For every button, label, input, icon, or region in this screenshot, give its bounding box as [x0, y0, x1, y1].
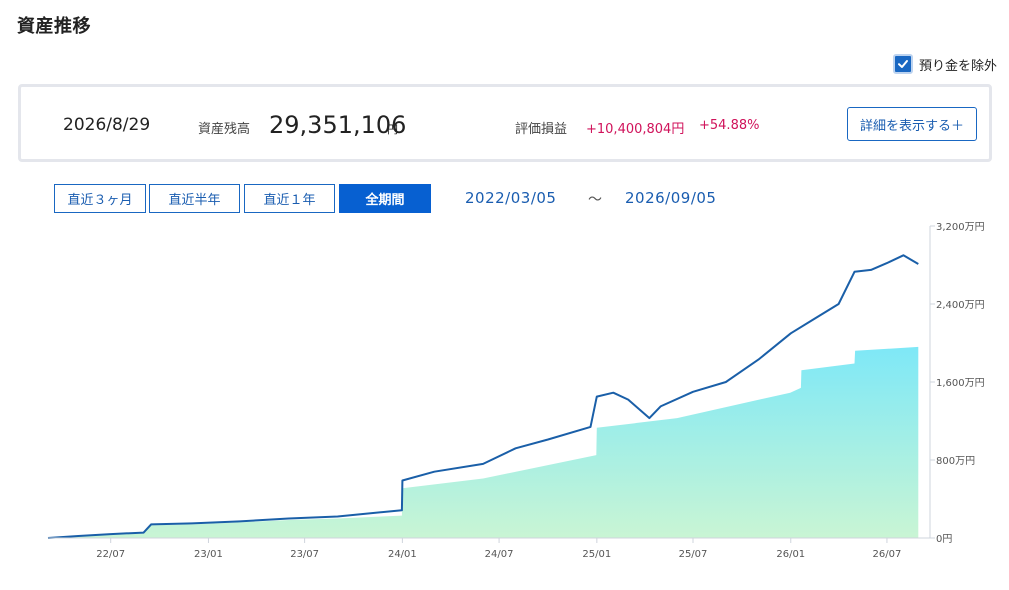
x-tick-label: 26/01 [776, 549, 805, 560]
x-tick-label: 23/07 [290, 549, 319, 560]
x-tick-label: 23/01 [194, 549, 223, 560]
y-tick-label: 2,400万円 [936, 300, 985, 311]
x-tick-label: 22/07 [96, 549, 125, 560]
x-tick-label: 24/01 [388, 549, 417, 560]
x-tick-label: 24/07 [485, 549, 514, 560]
x-tick-label: 25/07 [679, 549, 708, 560]
principal-area [48, 346, 919, 538]
asset-history-panel: 資産推移 預り金を除外 2026/8/29 資産残高 29,351,106 円 … [0, 0, 1009, 590]
y-tick-label: 3,200万円 [936, 222, 985, 233]
y-tick-label: 800万円 [936, 456, 975, 467]
x-tick-label: 26/07 [873, 549, 902, 560]
asset-chart: 0円 800万円 1,600万円 2,400万円 3,200万円 22/07 23/01 23… [47, 222, 985, 560]
x-tick-label: 25/01 [582, 549, 611, 560]
y-tick-label: 1,600万円 [936, 378, 985, 389]
y-tick-label: 0円 [936, 534, 952, 545]
